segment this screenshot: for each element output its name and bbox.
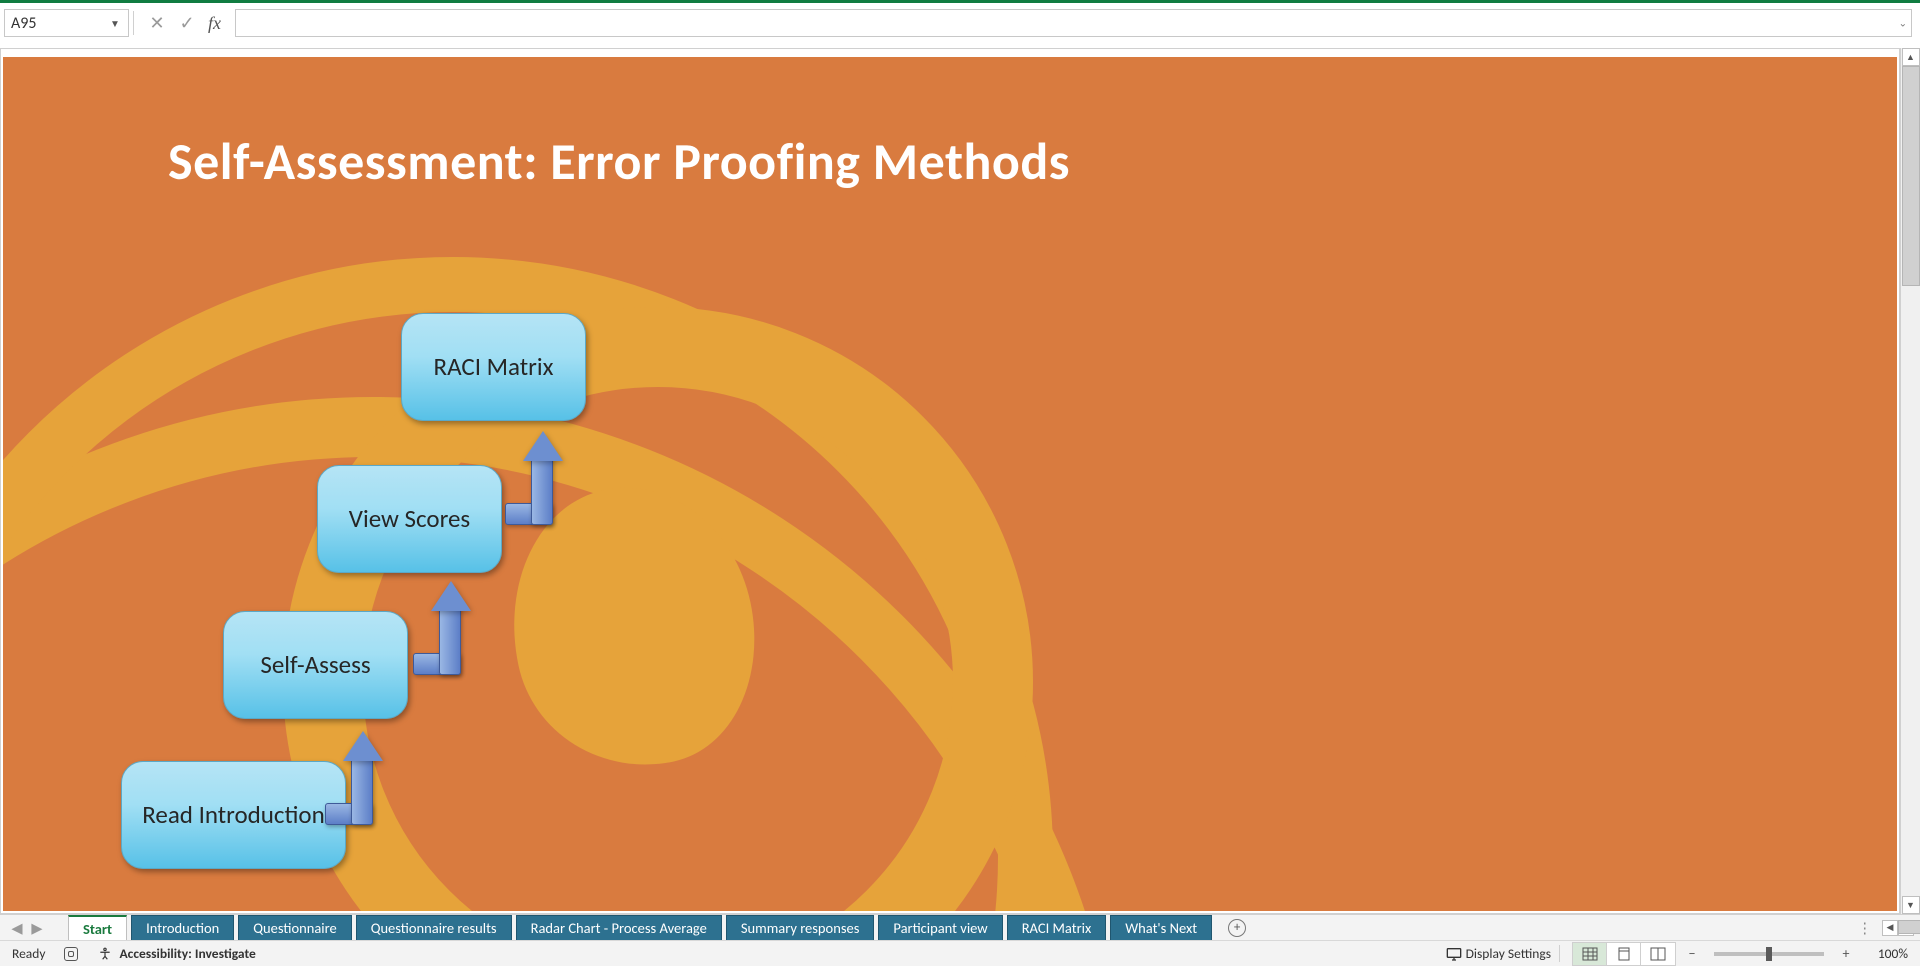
worksheet-canvas[interactable]: Self-Assessment: Error Proofing Methods …	[0, 48, 1900, 914]
page-break-view-button[interactable]	[1641, 943, 1675, 965]
display-settings-label: Display Settings	[1466, 945, 1551, 962]
scroll-down-button[interactable]: ▼	[1902, 896, 1920, 914]
sheet-tab-questionnaire-results[interactable]: Questionnaire results	[356, 915, 512, 940]
sheet-tab-start[interactable]: Start	[68, 915, 127, 940]
step-label: Self-Assess	[260, 651, 370, 680]
formula-expand-icon[interactable]: ⌄	[1899, 17, 1907, 30]
step-self-assess[interactable]: Self-Assess	[223, 611, 408, 719]
step-read-introduction[interactable]: Read Introduction	[121, 761, 346, 869]
zoom-percent[interactable]: 100%	[1862, 945, 1908, 962]
add-sheet-button[interactable]: +	[1222, 915, 1252, 940]
sheet-tabs: StartIntroductionQuestionnaireQuestionna…	[54, 915, 1212, 940]
hscroll-left-button[interactable]: ◀	[1882, 920, 1898, 936]
fx-icon[interactable]: fx	[208, 13, 221, 34]
scroll-thumb[interactable]	[1902, 66, 1920, 286]
step-label: Read Introduction	[142, 801, 325, 830]
step-view-scores[interactable]: View Scores	[317, 465, 502, 573]
formula-bar: A95 ▼ ✕ ✓ fx ⌄	[4, 8, 1912, 38]
slide-background: Self-Assessment: Error Proofing Methods …	[3, 57, 1897, 911]
arrow-icon	[325, 735, 385, 825]
page-layout-view-button[interactable]	[1607, 943, 1641, 965]
name-box[interactable]: A95 ▼	[4, 9, 129, 37]
accessibility-text: Accessibility: Investigate	[119, 945, 255, 962]
normal-view-button[interactable]	[1573, 943, 1607, 965]
status-bar: Ready Accessibility: Investigate Display…	[0, 940, 1920, 966]
sheet-tab-radar-chart-process-average[interactable]: Radar Chart - Process Average	[516, 915, 722, 940]
slide-title: Self-Assessment: Error Proofing Methods	[168, 129, 1070, 193]
sheet-tab-introduction[interactable]: Introduction	[131, 915, 234, 940]
plus-icon: +	[1228, 919, 1246, 937]
step-label: View Scores	[349, 505, 470, 534]
sheet-tab-what-s-next[interactable]: What's Next	[1110, 915, 1212, 940]
display-settings-icon	[1446, 946, 1462, 962]
scroll-track[interactable]	[1902, 66, 1920, 896]
vertical-scrollbar[interactable]: ▲ ▼	[1900, 48, 1920, 914]
arrow-icon	[505, 435, 565, 525]
sheet-tab-bar: ◀ ▶ StartIntroductionQuestionnaireQuesti…	[0, 914, 1920, 940]
accept-formula-icon[interactable]: ✓	[178, 14, 196, 32]
formula-buttons: ✕ ✓ fx	[138, 13, 231, 34]
name-box-value: A95	[11, 14, 36, 33]
arrow-icon	[413, 585, 473, 675]
step-raci-matrix[interactable]: RACI Matrix	[401, 313, 586, 421]
sheet-tab-raci-matrix[interactable]: RACI Matrix	[1007, 915, 1107, 940]
sheet-hscroll: ⋮ ◀ ▶	[1850, 915, 1920, 940]
divider	[133, 11, 134, 35]
accessibility-status[interactable]: Accessibility: Investigate	[97, 945, 255, 962]
cancel-formula-icon[interactable]: ✕	[148, 14, 166, 32]
step-label: RACI Matrix	[434, 353, 554, 382]
hscroll-thumb[interactable]	[1898, 920, 1920, 934]
prev-sheet-icon[interactable]: ◀	[10, 921, 24, 935]
formula-input[interactable]: ⌄	[235, 9, 1912, 37]
status-ready: Ready	[12, 945, 45, 962]
display-settings-button[interactable]: Display Settings	[1446, 945, 1560, 962]
name-box-dropdown-icon[interactable]: ▼	[108, 16, 122, 30]
macro-record-icon[interactable]	[63, 946, 79, 962]
zoom-slider-thumb[interactable]	[1766, 947, 1772, 961]
zoom-slider[interactable]	[1714, 952, 1824, 956]
scroll-up-button[interactable]: ▲	[1902, 48, 1920, 66]
accessibility-icon	[97, 946, 113, 962]
next-sheet-icon[interactable]: ▶	[30, 921, 44, 935]
app-top-border	[0, 0, 1920, 3]
sheet-tab-questionnaire[interactable]: Questionnaire	[238, 915, 351, 940]
sheet-nav: ◀ ▶	[0, 915, 54, 940]
zoom-out-button[interactable]: −	[1684, 946, 1700, 962]
sheet-tab-summary-responses[interactable]: Summary responses	[726, 915, 875, 940]
view-switcher	[1572, 942, 1676, 966]
zoom-in-button[interactable]: +	[1838, 946, 1854, 962]
sheet-tab-participant-view[interactable]: Participant view	[878, 915, 1002, 940]
sheet-overflow-icon[interactable]: ⋮	[1850, 919, 1883, 937]
